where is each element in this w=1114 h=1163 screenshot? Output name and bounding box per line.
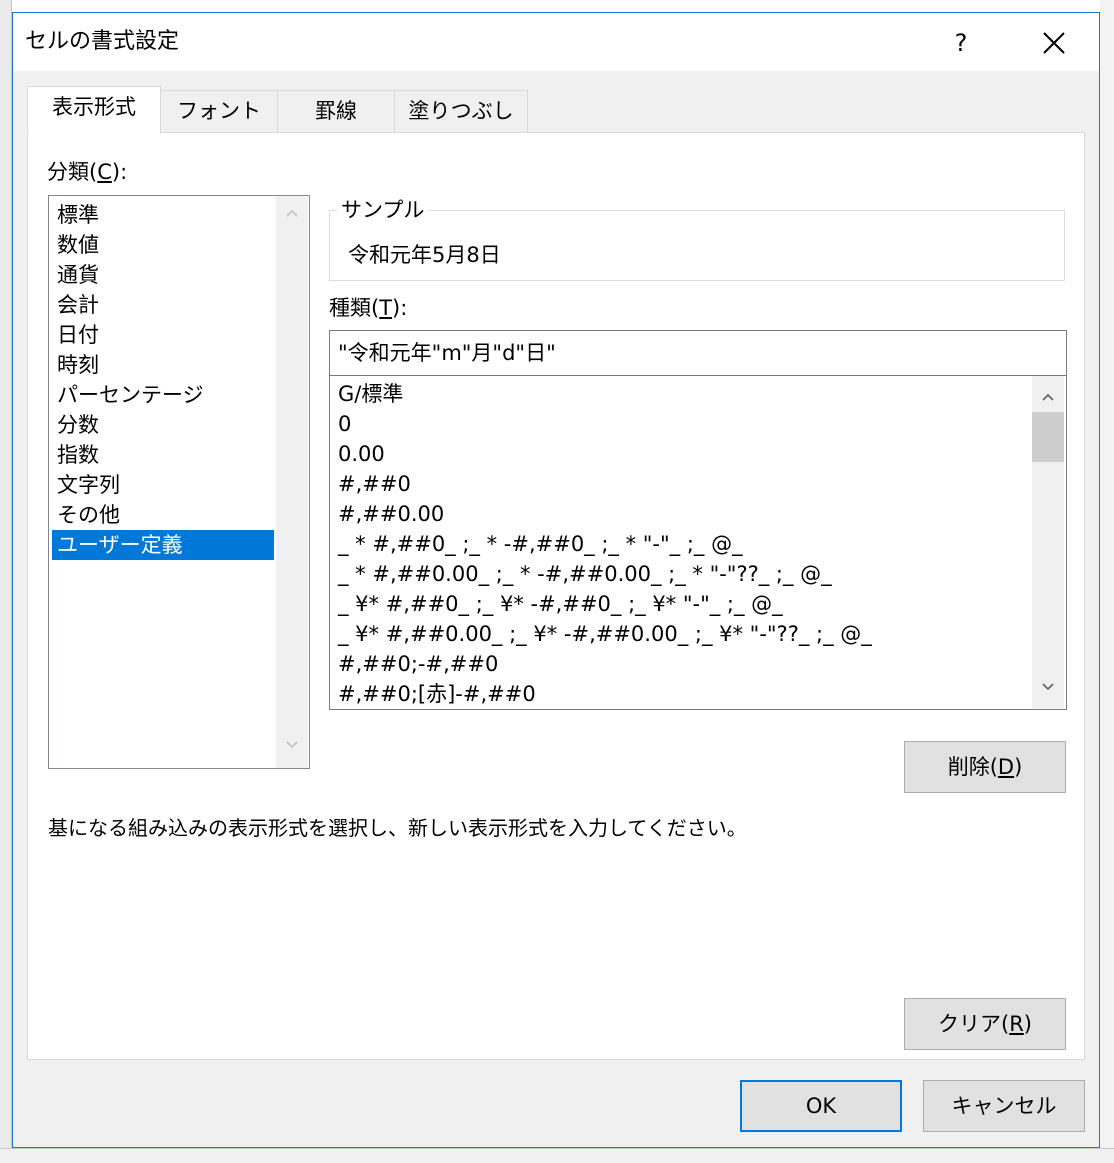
tab-font[interactable]: フォント <box>160 90 278 133</box>
list-item[interactable]: #,##0;-#,##0 <box>338 649 498 679</box>
dialog-title: セルの書式設定 <box>25 29 180 54</box>
chevron-down-icon <box>286 741 298 749</box>
tab-panel-number: 分類(C): 標準 数値 通貨 会計 日付 時刻 パーセンテージ 分数 指数 文… <box>27 132 1085 1060</box>
category-item-date[interactable]: 日付 <box>52 320 274 350</box>
format-type-input[interactable]: "令和元年"m"月"d"日" <box>329 330 1067 376</box>
tab-border[interactable]: 罫線 <box>277 90 395 133</box>
category-list[interactable]: 標準 数値 通貨 会計 日付 時刻 パーセンテージ 分数 指数 文字列 その他 … <box>48 195 310 769</box>
type-label: 種類(T): <box>329 296 408 320</box>
category-item-time[interactable]: 時刻 <box>52 350 274 380</box>
category-label: 分類(C): <box>47 160 128 184</box>
sample-legend: サンプル <box>337 197 429 223</box>
category-item-percentage[interactable]: パーセンテージ <box>52 380 274 410</box>
tab-number[interactable]: 表示形式 <box>27 86 161 134</box>
list-item[interactable]: _ * #,##0.00_ ;_ * -#,##0.00_ ;_ * "-"??… <box>338 559 832 589</box>
chevron-down-icon <box>1042 683 1054 691</box>
chevron-up-icon <box>1042 393 1054 401</box>
tab-fill[interactable]: 塗りつぶし <box>394 90 528 133</box>
chevron-up-icon <box>286 209 298 217</box>
sample-value: 令和元年5月8日 <box>348 243 501 267</box>
delete-button[interactable]: 削除(D) <box>904 741 1066 793</box>
format-type-list[interactable]: G/標準 0 0.00 #,##0 #,##0.00 _ * #,##0_ ;_… <box>329 376 1067 710</box>
description-text: 基になる組み込みの表示形式を選択し、新しい表示形式を入力してください。 <box>48 816 747 840</box>
category-item-scientific[interactable]: 指数 <box>52 440 274 470</box>
category-item-number[interactable]: 数値 <box>52 230 274 260</box>
clear-button[interactable]: クリア(R) <box>904 998 1066 1050</box>
list-item[interactable]: #,##0.00 <box>338 499 444 529</box>
category-item-general[interactable]: 標準 <box>52 200 274 230</box>
help-button[interactable]: ? <box>931 21 991 65</box>
background-right-strip <box>1100 0 1114 1163</box>
list-item[interactable]: #,##0;[赤]-#,##0 <box>338 679 536 709</box>
scroll-up-button[interactable] <box>1032 382 1064 414</box>
close-button[interactable] <box>1023 21 1085 65</box>
category-scrollbar[interactable] <box>276 196 308 768</box>
list-item[interactable]: G/標準 <box>338 379 403 409</box>
category-item-special[interactable]: その他 <box>52 500 274 530</box>
ok-button[interactable]: OK <box>740 1080 902 1132</box>
close-icon <box>1043 32 1065 54</box>
list-item[interactable]: #,##0 <box>338 469 411 499</box>
list-item[interactable]: _ ¥* #,##0.00_ ;_ ¥* -#,##0.00_ ;_ ¥* "-… <box>338 619 872 649</box>
type-scrollbar[interactable] <box>1032 376 1064 708</box>
category-item-fraction[interactable]: 分数 <box>52 410 274 440</box>
format-cells-dialog: セルの書式設定 ? 表示形式 フォント 罫線 塗りつぶし 分類(C): 標準 数… <box>12 12 1100 1148</box>
background-sheet-tabs <box>0 1148 1114 1163</box>
title-bar[interactable]: セルの書式設定 ? <box>13 13 1099 71</box>
scroll-down-button[interactable] <box>1032 672 1064 704</box>
category-item-text[interactable]: 文字列 <box>52 470 274 500</box>
scroll-thumb[interactable] <box>1032 412 1064 462</box>
list-item[interactable]: 0.00 <box>338 439 385 469</box>
list-item[interactable]: 0 <box>338 409 351 439</box>
cancel-button[interactable]: キャンセル <box>923 1080 1085 1132</box>
category-item-custom[interactable]: ユーザー定義 <box>52 530 274 560</box>
background-left-strip <box>0 0 12 1163</box>
list-item[interactable]: _ * #,##0_ ;_ * -#,##0_ ;_ * "-"_ ;_ @_ <box>338 529 743 559</box>
scroll-down-button[interactable] <box>276 730 308 762</box>
category-item-currency[interactable]: 通貨 <box>52 260 274 290</box>
scroll-up-button[interactable] <box>276 198 308 230</box>
category-item-accounting[interactable]: 会計 <box>52 290 274 320</box>
list-item[interactable]: _ ¥* #,##0_ ;_ ¥* -#,##0_ ;_ ¥* "-"_ ;_ … <box>338 589 783 619</box>
